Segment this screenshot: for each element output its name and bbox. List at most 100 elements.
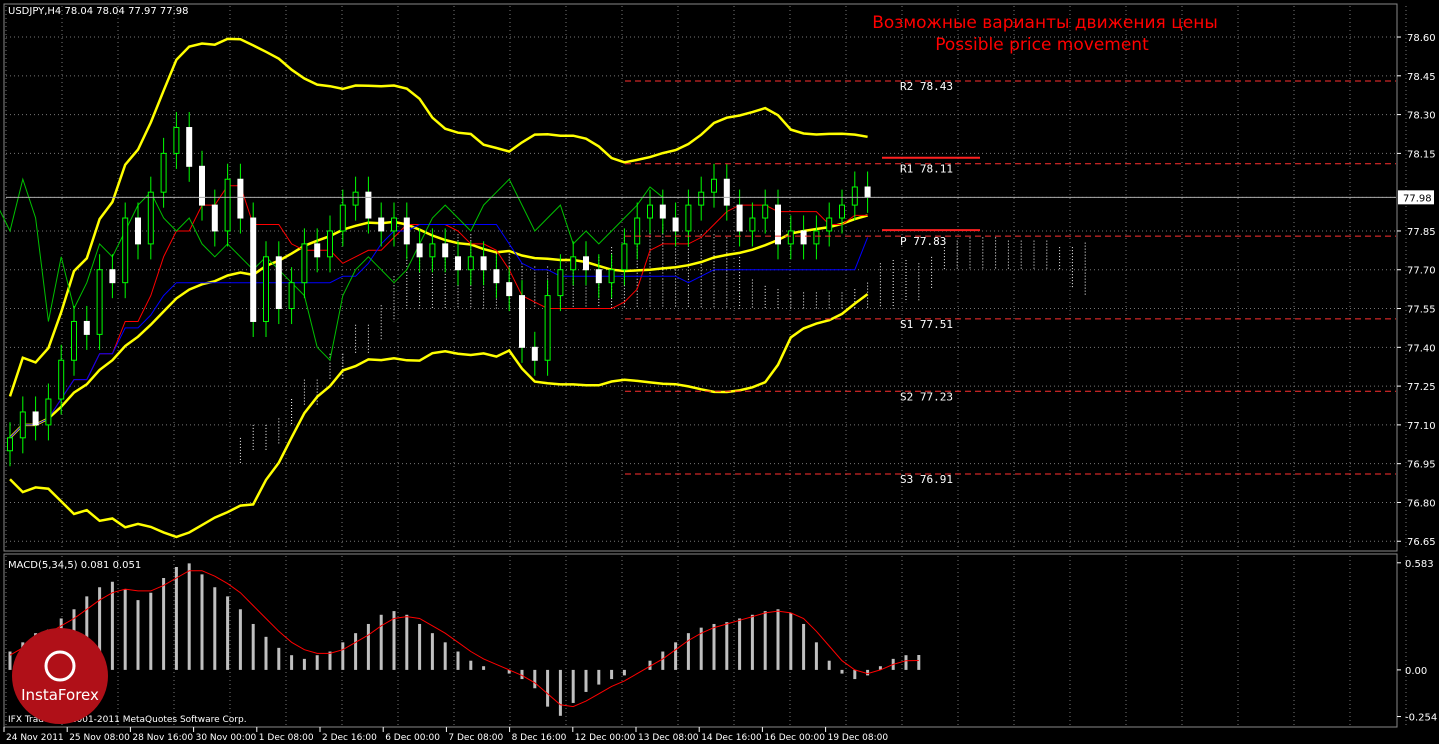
candle-body [135, 217, 141, 245]
candle-body [762, 204, 769, 219]
candle-body [839, 204, 845, 219]
candle-body [339, 204, 346, 232]
candle-body [455, 256, 461, 271]
candle-body [723, 178, 730, 206]
time-tick-label: 7 Dec 08:00 [448, 733, 503, 743]
macd-tick-label: 0.00 [1405, 666, 1427, 677]
price-tick-label: 77.10 [1407, 421, 1436, 432]
candle-body [45, 398, 52, 426]
annotation-line-1: Возможные варианты движения цены [872, 13, 1218, 33]
candle-body [442, 243, 449, 258]
candle-body [557, 269, 564, 297]
candle-body [160, 152, 167, 193]
price-tick-label: 77.55 [1407, 305, 1436, 316]
candle-body [787, 230, 794, 245]
candle-body [237, 178, 244, 219]
candle-body [480, 256, 487, 271]
annotation-line-2: Possible price movement [935, 35, 1149, 55]
price-tick-label: 76.80 [1407, 498, 1436, 509]
pivot-level-label: S1 77.51 [900, 318, 953, 331]
candle-body [672, 217, 679, 232]
time-tick-label: 30 Nov 00:00 [196, 733, 257, 743]
candle-body [122, 217, 129, 284]
candle-body [199, 165, 205, 206]
price-tick-label: 77.70 [1407, 266, 1436, 277]
time-tick-label: 24 Nov 2011 [6, 733, 64, 743]
candle-body [71, 320, 77, 361]
macd-tick-label: -0.254 [1405, 713, 1437, 724]
pivot-level-label: P 77.83 [900, 235, 946, 248]
candle-body [621, 243, 628, 271]
candle-body [813, 230, 820, 245]
candle-body [659, 204, 666, 219]
time-tick-label: 2 Dec 16:00 [322, 733, 377, 743]
pivot-level-label: S3 76.91 [900, 473, 953, 486]
candle-body [327, 230, 333, 258]
candle-body [583, 256, 589, 271]
candle-body [595, 269, 602, 284]
candle-body [58, 359, 65, 400]
candle-body [698, 191, 705, 206]
price-tick-label: 78.45 [1407, 72, 1436, 83]
candle-body [775, 204, 781, 245]
current-price-label: 77.98 [1403, 193, 1432, 204]
candle-body [467, 256, 474, 271]
pivot-level-label: R1 78.11 [900, 163, 953, 176]
candle-body [736, 204, 743, 232]
candle-body [19, 411, 26, 439]
candle-body [391, 217, 397, 232]
candle-body [519, 295, 525, 348]
candle-body [826, 217, 833, 232]
candle-body [429, 243, 436, 258]
candle-body [403, 217, 410, 245]
time-tick-label: 14 Dec 16:00 [701, 733, 762, 743]
time-tick-label: 16 Dec 00:00 [764, 733, 825, 743]
price-tick-label: 76.95 [1407, 460, 1436, 471]
symbol-info: USDJPY,H4 78.04 78.04 77.97 77.98 [8, 6, 189, 17]
candle-body [416, 243, 423, 258]
candle-body [800, 230, 807, 245]
candle-body [147, 191, 154, 245]
candle-body [186, 127, 193, 167]
candle-body [109, 269, 116, 284]
time-tick-label: 6 Dec 00:00 [385, 733, 440, 743]
candle-body [711, 178, 717, 193]
price-tick-label: 77.25 [1407, 382, 1436, 393]
macd-tick-label: 0.583 [1405, 559, 1434, 570]
candle-body [531, 346, 538, 361]
instaforex-logo: InstaForex [12, 628, 108, 724]
time-tick-label: 12 Dec 00:00 [575, 733, 636, 743]
candle-body [365, 191, 372, 219]
candle-body [506, 282, 513, 297]
time-tick-label: 8 Dec 16:00 [512, 733, 567, 743]
candle-body [275, 256, 282, 310]
candle-body [634, 217, 641, 245]
candle-body [749, 217, 756, 232]
time-tick-label: 28 Nov 16:00 [132, 733, 193, 743]
price-tick-label: 76.65 [1407, 537, 1436, 548]
price-tick-label: 78.15 [1407, 149, 1436, 160]
candle-body [263, 256, 269, 322]
candle-body [7, 437, 13, 452]
candle-body [173, 127, 180, 154]
time-tick-label: 19 Dec 08:00 [828, 733, 889, 743]
candle-body [224, 178, 231, 232]
candle-body [864, 186, 871, 198]
price-tick-label: 78.30 [1407, 111, 1436, 122]
candle-body [288, 282, 295, 310]
candle-body [851, 186, 858, 206]
price-tick-label: 77.40 [1407, 343, 1436, 354]
candle-body [647, 204, 653, 219]
pivot-level-label: S2 77.23 [900, 390, 953, 403]
time-tick-label: 13 Dec 08:00 [638, 733, 699, 743]
price-tick-label: 77.85 [1407, 227, 1436, 238]
time-tick-label: 25 Nov 08:00 [69, 733, 130, 743]
macd-label: MACD(5,34,5) 0.081 0.051 [8, 560, 141, 571]
candle-body [608, 269, 615, 284]
candle-body [570, 256, 577, 271]
candle-body [211, 204, 218, 232]
candle-body [493, 269, 500, 284]
candle-body [314, 243, 321, 258]
candle-body [352, 191, 359, 206]
price-tick-label: 78.60 [1407, 33, 1436, 44]
